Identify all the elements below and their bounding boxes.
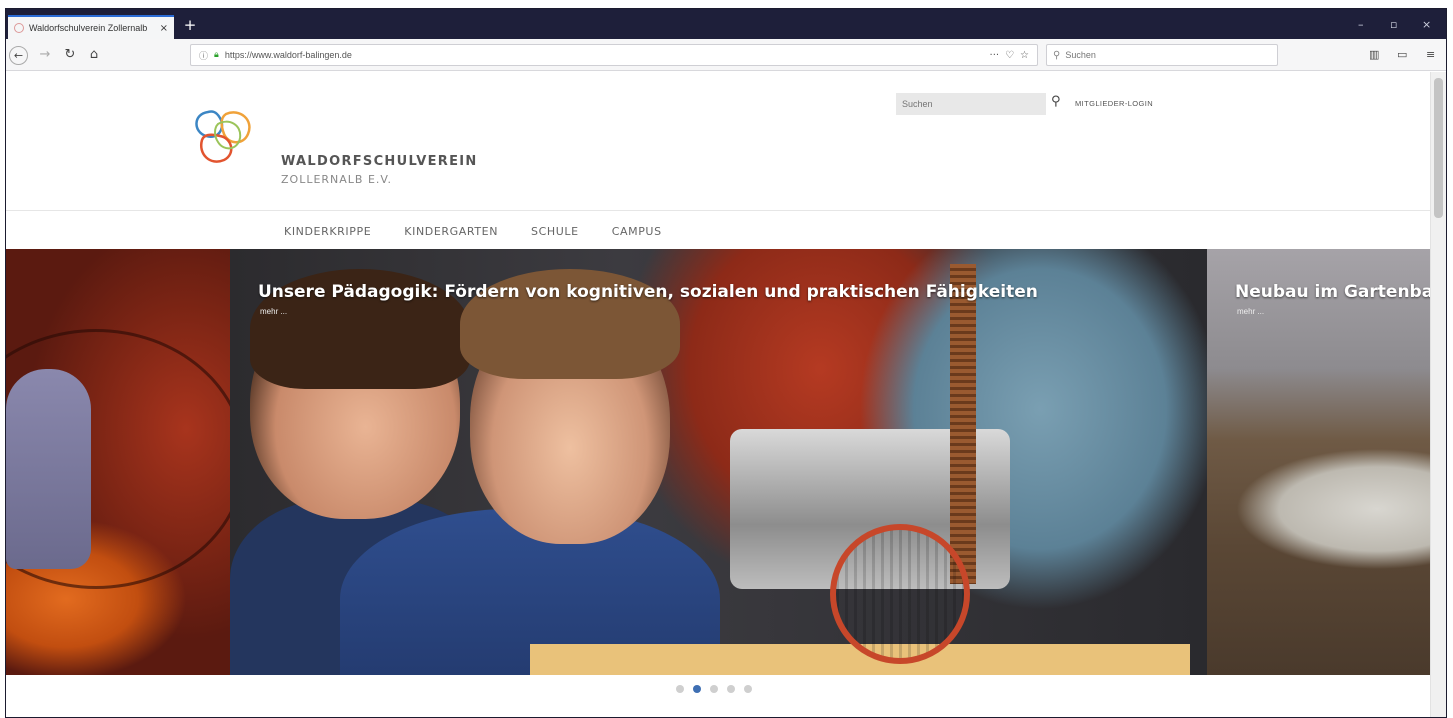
browser-search-bar[interactable]: ⚲ <box>1046 44 1278 66</box>
slider-dot[interactable] <box>744 685 752 693</box>
navigation-toolbar: ← → ↻ ⌂ ⓘ 🔒︎ https://www.waldorf-balinge… <box>6 39 1446 71</box>
slide-image-detail <box>950 264 976 584</box>
title-bar: . Waldorfschulverein Zollernalb × + – ▫ … <box>6 9 1446 39</box>
favicon-icon: . <box>14 23 24 33</box>
main-navigation: KINDERKRIPPE KINDERGARTEN SCHULE CAMPUS <box>284 225 662 238</box>
header-divider <box>6 210 1430 211</box>
slider-pagination <box>676 685 752 693</box>
tab-close-icon[interactable]: × <box>160 23 168 34</box>
menu-icon[interactable]: ≡ <box>1426 48 1435 61</box>
browser-tab[interactable]: . Waldorfschulverein Zollernalb × <box>8 15 174 39</box>
minimize-icon[interactable]: – <box>1358 18 1364 31</box>
url-text[interactable]: https://www.waldorf-balingen.de <box>225 50 984 60</box>
nav-item-schule[interactable]: SCHULE <box>531 225 579 238</box>
image-slider[interactable]: Unsere Pädagogik: Fördern von kognitiven… <box>6 249 1430 675</box>
slider-dot[interactable] <box>676 685 684 693</box>
nav-item-kindergarten[interactable]: KINDERGARTEN <box>404 225 498 238</box>
close-window-icon[interactable]: × <box>1422 18 1431 31</box>
reload-icon[interactable]: ↻ <box>61 46 79 64</box>
nav-item-kinderkrippe[interactable]: KINDERKRIPPE <box>284 225 371 238</box>
member-login-link[interactable]: MITGLIEDER-LOGIN <box>1075 99 1153 108</box>
home-icon[interactable]: ⌂ <box>85 46 103 64</box>
slide-current[interactable] <box>230 249 1207 675</box>
web-page: WALDORFSCHULVEREIN ZOLLERNALB E.V. ⚲ MIT… <box>6 72 1430 717</box>
browser-window: . Waldorfschulverein Zollernalb × + – ▫ … <box>5 8 1447 718</box>
forward-icon[interactable]: → <box>36 46 54 64</box>
site-search-input[interactable] <box>896 93 1046 115</box>
nav-item-campus[interactable]: CAMPUS <box>612 225 662 238</box>
slide-image-detail <box>830 524 970 664</box>
slide-caption-next[interactable]: Neubau im Gartenbau <box>1235 282 1430 302</box>
restore-icon[interactable]: ▫ <box>1390 18 1397 31</box>
slide-previous[interactable] <box>6 249 246 675</box>
url-bar[interactable]: ⓘ 🔒︎ https://www.waldorf-balingen.de ···… <box>190 44 1038 66</box>
back-icon[interactable]: ← <box>9 46 28 65</box>
page-actions-icon[interactable]: ··· <box>990 50 1000 61</box>
tab-title: Waldorfschulverein Zollernalb <box>29 23 148 33</box>
slide-caption[interactable]: Unsere Pädagogik: Fördern von kognitiven… <box>258 282 1038 302</box>
page-scrollbar[interactable] <box>1430 72 1446 717</box>
search-icon: ⚲ <box>1053 49 1061 61</box>
slide-more-link[interactable]: mehr ... <box>260 307 287 316</box>
slider-dot[interactable] <box>693 685 701 693</box>
browser-search-input[interactable] <box>1065 50 1256 60</box>
scrollbar-thumb[interactable] <box>1434 78 1443 218</box>
sidebar-icon[interactable]: ▭ <box>1397 48 1407 61</box>
slider-dot[interactable] <box>727 685 735 693</box>
site-search-icon[interactable]: ⚲ <box>1051 94 1061 109</box>
bookmark-star-icon[interactable]: ☆ <box>1020 50 1029 61</box>
org-name-primary: WALDORFSCHULVEREIN <box>281 154 478 169</box>
slide-image-detail <box>6 369 91 569</box>
logo-icon[interactable] <box>188 102 268 182</box>
slider-dot[interactable] <box>710 685 718 693</box>
org-name-secondary: ZOLLERNALB E.V. <box>281 173 393 186</box>
pocket-icon[interactable]: ♡ <box>1005 50 1014 61</box>
slide-more-link-next[interactable]: mehr ... <box>1237 307 1264 316</box>
library-icon[interactable]: ▥ <box>1369 48 1379 61</box>
lock-icon[interactable]: 🔒︎ <box>214 50 219 60</box>
info-icon[interactable]: ⓘ <box>199 49 208 62</box>
new-tab-button[interactable]: + <box>180 15 200 35</box>
